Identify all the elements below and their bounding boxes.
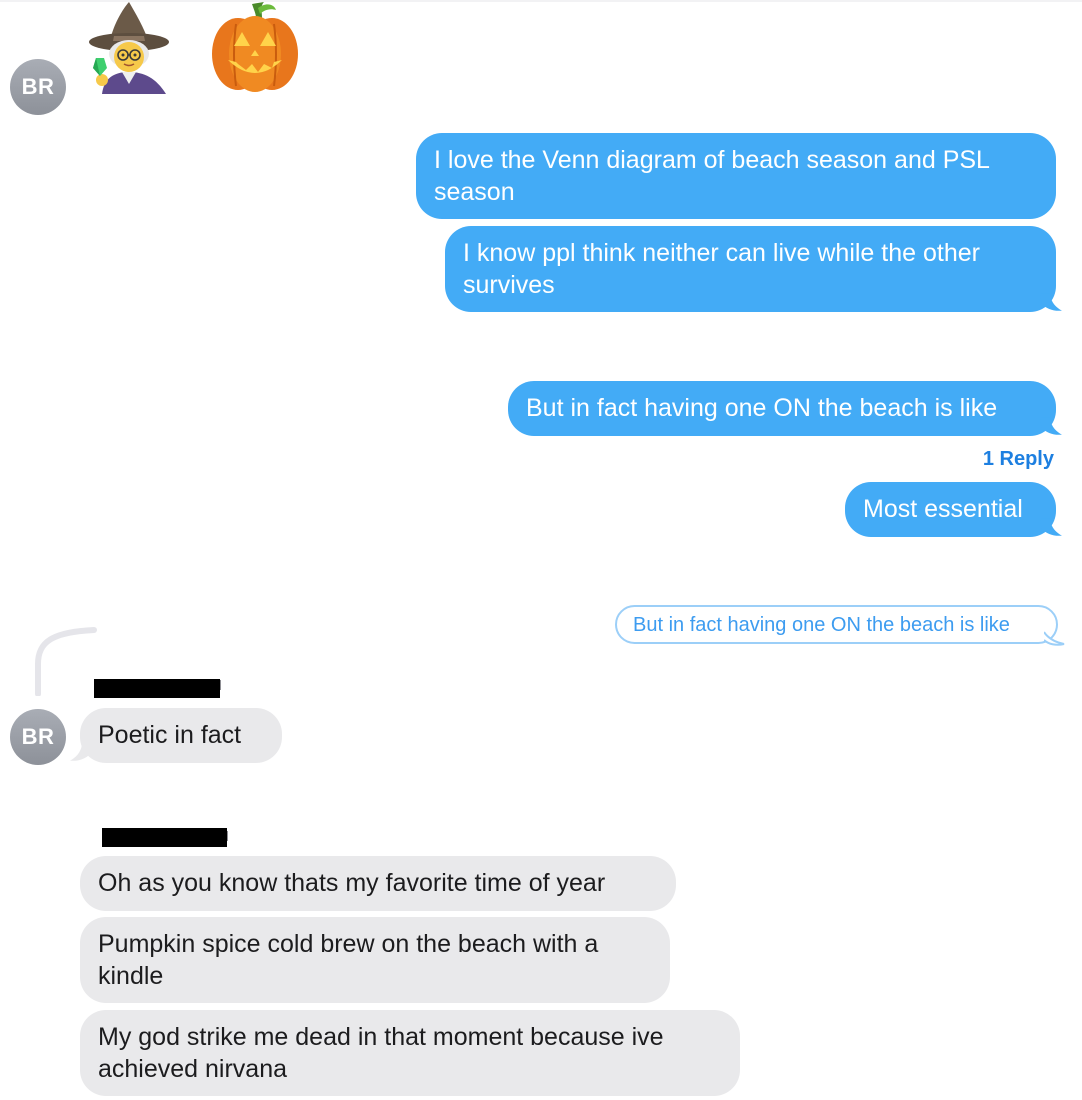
- message-text: I love the Venn diagram of beach season …: [434, 146, 990, 206]
- outgoing-message[interactable]: I love the Venn diagram of beach season …: [416, 133, 1056, 219]
- quote-tail-icon: [1044, 631, 1065, 646]
- reply-thread-line-icon: [35, 627, 97, 696]
- bubble-tail-icon: [1040, 417, 1062, 435]
- avatar-initials: BR: [21, 724, 55, 749]
- bubble-tail-icon: [1040, 518, 1062, 536]
- avatar-initials: BR: [21, 74, 55, 99]
- bubble-tail-icon: [70, 743, 92, 761]
- message-text: I know ppl think neither can live while …: [463, 239, 980, 299]
- redacted-sender-name: [102, 828, 227, 847]
- redaction-remnant: [220, 680, 227, 690]
- jack-o-lantern-emoji-icon[interactable]: [206, 0, 304, 96]
- message-text: Oh as you know thats my favorite time of…: [98, 869, 606, 897]
- outgoing-message[interactable]: But in fact having one ON the beach is l…: [508, 381, 1056, 436]
- reply-count-link[interactable]: 1 Reply: [983, 448, 1054, 471]
- quoted-reply-bubble[interactable]: But in fact having one ON the beach is l…: [615, 605, 1058, 644]
- message-text: My god strike me dead in that moment bec…: [98, 1023, 664, 1083]
- redaction-remnant: [227, 831, 234, 841]
- incoming-message[interactable]: My god strike me dead in that moment bec…: [80, 1010, 740, 1096]
- bubble-tail-icon: [1040, 293, 1062, 311]
- message-text: But in fact having one ON the beach is l…: [526, 394, 998, 422]
- incoming-message[interactable]: Pumpkin spice cold brew on the beach wit…: [80, 917, 670, 1003]
- avatar[interactable]: BR: [10, 709, 66, 765]
- outgoing-message[interactable]: Most essential: [845, 482, 1056, 537]
- incoming-message[interactable]: Poetic in fact: [80, 708, 282, 763]
- message-text: Pumpkin spice cold brew on the beach wit…: [98, 930, 599, 990]
- message-text: Most essential: [863, 495, 1023, 523]
- avatar[interactable]: BR: [10, 59, 66, 115]
- quoted-reply-text: But in fact having one ON the beach is l…: [633, 614, 1010, 636]
- mage-emoji-icon[interactable]: [84, 0, 174, 96]
- incoming-message[interactable]: Oh as you know thats my favorite time of…: [80, 856, 676, 911]
- message-text: Poetic in fact: [98, 721, 242, 749]
- outgoing-message[interactable]: I know ppl think neither can live while …: [445, 226, 1056, 312]
- reply-count-label: 1 Reply: [982, 448, 1054, 470]
- redacted-sender-name: [94, 679, 220, 698]
